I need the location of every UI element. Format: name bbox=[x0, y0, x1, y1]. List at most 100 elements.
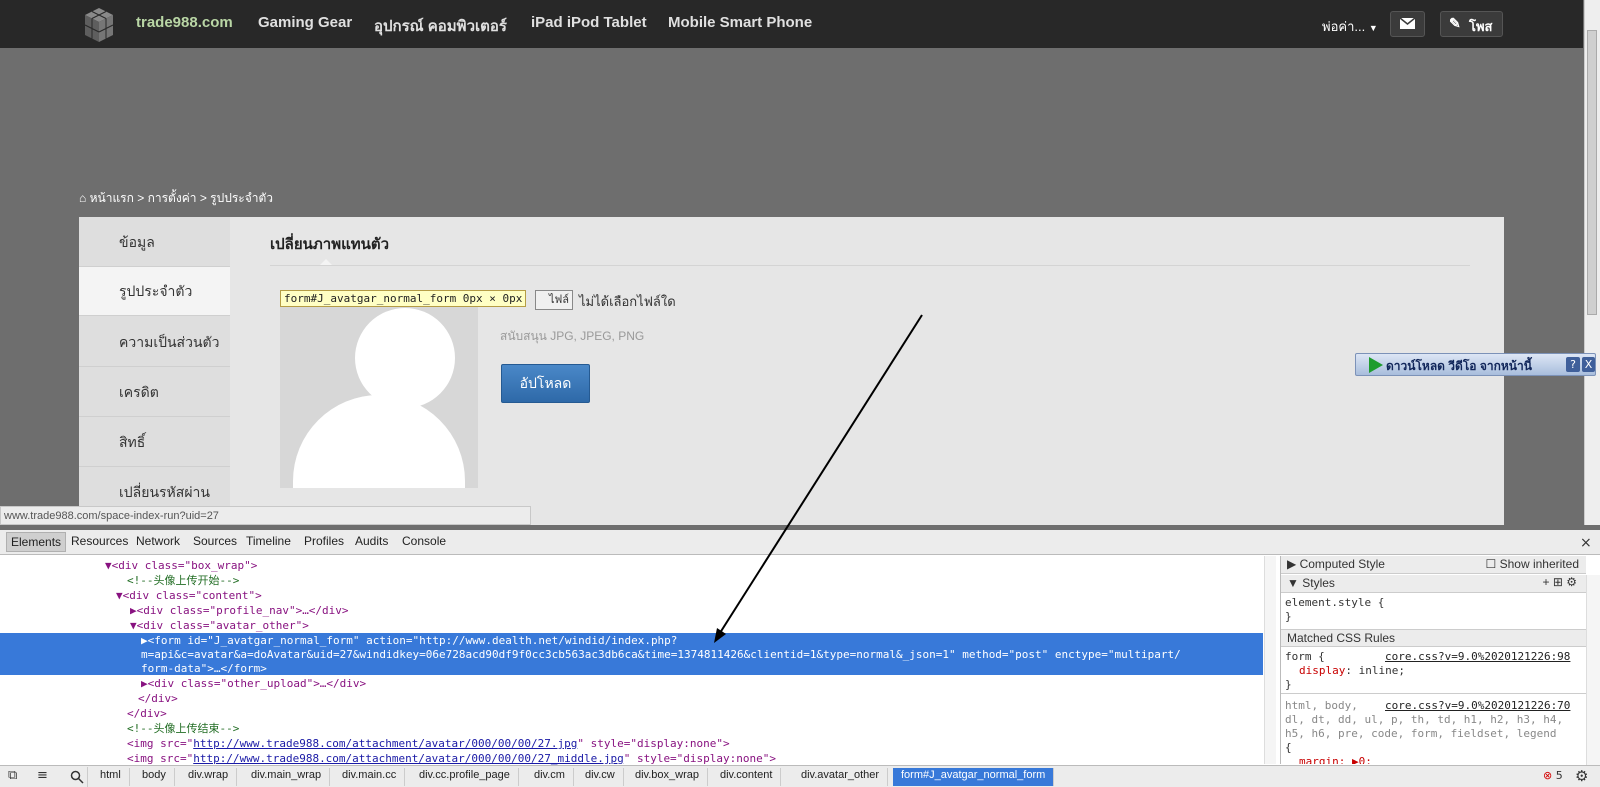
nav-ipad-tablet[interactable]: iPad iPod Tablet bbox=[531, 14, 647, 31]
site-name-link[interactable]: trade988.com bbox=[136, 14, 233, 31]
dom-line[interactable]: <div class="profile_nav">…</div> bbox=[137, 604, 349, 617]
rule-selector[interactable]: form { bbox=[1285, 650, 1325, 663]
rule-selector[interactable]: dl, dt, dd, ul, p, th, td, h1, h2, h3, h… bbox=[1285, 713, 1563, 726]
expand-arrow-icon[interactable]: ▼ bbox=[1287, 576, 1299, 590]
toggle-state-icon[interactable]: ⊞ bbox=[1553, 575, 1563, 589]
collapse-arrow-icon[interactable]: ▶ bbox=[141, 677, 148, 690]
messages-button[interactable] bbox=[1390, 11, 1425, 37]
dom-tree-scrollbar[interactable] bbox=[1264, 556, 1276, 764]
nav-computer-equipment[interactable]: อุปกรณ์ คอมพิวเตอร์ bbox=[374, 14, 507, 38]
dom-line[interactable]: <div class="content"> bbox=[123, 589, 262, 602]
collapse-arrow-icon[interactable]: ▶ bbox=[130, 604, 137, 617]
collapse-arrow-icon[interactable]: ▶ bbox=[141, 634, 148, 647]
sidebar-item-info[interactable]: ข้อมูล bbox=[79, 218, 230, 267]
crumb-div-content[interactable]: div.content bbox=[712, 768, 782, 786]
dom-line[interactable]: form-data">…</form> bbox=[141, 661, 267, 676]
dom-tree[interactable]: ▼<div class="box_wrap"> <!--头像上传开始--> ▼<… bbox=[0, 556, 1263, 765]
dom-line[interactable]: </div> bbox=[127, 706, 167, 721]
gear-icon[interactable]: ⚙ bbox=[1575, 767, 1588, 785]
dom-line[interactable]: <img src=" bbox=[127, 737, 193, 750]
nav-gaming-gear[interactable]: Gaming Gear bbox=[258, 14, 352, 31]
rule-selector[interactable]: h5, h6, pre, code, form, fieldset, legen… bbox=[1285, 727, 1557, 740]
rule-source-link[interactable]: core.css?v=9.0%2020121226:70 bbox=[1385, 699, 1570, 712]
sidebar-item-avatar[interactable]: รูปประจำตัว bbox=[79, 267, 230, 316]
avatar-head-shape bbox=[355, 308, 455, 408]
expand-arrow-icon[interactable]: ▼ bbox=[116, 589, 123, 602]
help-button[interactable]: ? bbox=[1566, 357, 1580, 372]
dom-comment[interactable]: <!--头像上传开始--> bbox=[127, 573, 239, 588]
devtools-close-button[interactable]: × bbox=[1580, 535, 1592, 551]
console-drawer-icon[interactable]: ≡ bbox=[37, 768, 48, 783]
upload-button[interactable]: อัปโหลด bbox=[501, 364, 590, 403]
breadcrumb-separator-icon: > bbox=[137, 191, 145, 205]
video-download-bar[interactable]: ดาวน์โหลด วีดีโอ จากหน้านี้ ? X bbox=[1355, 353, 1596, 376]
dom-link[interactable]: http://www.trade988.com/attachment/avata… bbox=[193, 752, 623, 765]
dom-line[interactable]: <div class="avatar_other"> bbox=[137, 619, 309, 632]
breadcrumb-current: รูปประจำตัว bbox=[210, 191, 274, 205]
magnifier-icon bbox=[70, 770, 84, 784]
dom-line[interactable]: <div class="box_wrap"> bbox=[112, 559, 258, 572]
choose-file-button[interactable]: ไฟล์ bbox=[535, 290, 573, 310]
crumb-div-cm[interactable]: div.cm bbox=[526, 768, 574, 786]
breadcrumb-home[interactable]: หน้าแรก bbox=[90, 191, 134, 205]
styles-header[interactable]: ▼ Styles + ⊞ ⚙ bbox=[1281, 575, 1586, 593]
error-count: 5 bbox=[1555, 769, 1563, 782]
crumb-html[interactable]: html bbox=[92, 768, 130, 786]
rule-property[interactable]: display bbox=[1299, 664, 1345, 677]
rule-property[interactable]: margin: ▶0; bbox=[1299, 755, 1372, 764]
add-rule-icon[interactable]: + bbox=[1542, 575, 1549, 589]
dom-line[interactable]: " style="display:none"> bbox=[624, 752, 776, 765]
dom-line[interactable]: <img src=" bbox=[127, 752, 193, 765]
crumb-div-main-cc[interactable]: div.main.cc bbox=[334, 768, 406, 786]
post-button[interactable]: ✎ โพส bbox=[1440, 11, 1503, 37]
dom-link[interactable]: http://www.trade988.com/attachment/avata… bbox=[193, 737, 577, 750]
crumb-form[interactable]: form#J_avatgar_normal_form bbox=[893, 768, 1055, 786]
crumb-div-wrap[interactable]: div.wrap bbox=[180, 768, 238, 786]
tab-audits[interactable]: Audits bbox=[355, 534, 388, 548]
home-icon[interactable]: ⌂ bbox=[79, 191, 86, 205]
sidebar-item-privacy[interactable]: ความเป็นส่วนตัว bbox=[79, 318, 230, 367]
tab-sources[interactable]: Sources bbox=[193, 534, 237, 548]
rule-source-link[interactable]: core.css?v=9.0%2020121226:98 bbox=[1385, 650, 1570, 663]
dom-line[interactable]: <form id="J_avatgar_normal_form" action=… bbox=[148, 634, 678, 647]
tab-elements[interactable]: Elements bbox=[6, 532, 67, 552]
crumb-div-avatar-other[interactable]: div.avatar_other bbox=[793, 768, 889, 786]
crumb-div-main-wrap[interactable]: div.main_wrap bbox=[243, 768, 331, 786]
rule-value[interactable]: inline; bbox=[1359, 664, 1405, 677]
rule-selector[interactable]: html, body, bbox=[1285, 699, 1358, 712]
breadcrumb-settings[interactable]: การตั้งค่า bbox=[148, 191, 197, 205]
computed-style-header[interactable]: ▶ Computed Style ☐ Show inherited bbox=[1281, 556, 1586, 574]
page-scrollbar-thumb[interactable] bbox=[1587, 30, 1597, 315]
expand-arrow-icon[interactable]: ▼ bbox=[105, 559, 112, 572]
sidebar-item-credit[interactable]: เครดิต bbox=[79, 368, 230, 417]
tab-network[interactable]: Network bbox=[136, 534, 180, 548]
user-menu[interactable]: พ่อค่า... ▼ bbox=[1322, 16, 1378, 37]
dom-line[interactable]: " style="display:none"> bbox=[577, 737, 729, 750]
nav-mobile-phone[interactable]: Mobile Smart Phone bbox=[668, 14, 812, 31]
crumb-div-cw[interactable]: div.cw bbox=[577, 768, 624, 786]
dock-icon[interactable]: ⧉ bbox=[8, 768, 17, 783]
site-logo-icon[interactable] bbox=[80, 6, 118, 44]
dom-line[interactable]: <div class="other_upload">…</div> bbox=[148, 677, 367, 690]
inspect-button[interactable] bbox=[66, 767, 88, 787]
gear-icon[interactable]: ⚙ bbox=[1566, 575, 1577, 589]
crumb-body[interactable]: body bbox=[134, 768, 175, 786]
expand-arrow-icon[interactable]: ▼ bbox=[130, 619, 137, 632]
crumb-div-box-wrap[interactable]: div.box_wrap bbox=[627, 768, 708, 786]
crumb-div-profile-page[interactable]: div.cc.profile_page bbox=[411, 768, 519, 786]
show-inherited-checkbox[interactable]: ☐ Show inherited bbox=[1486, 557, 1579, 571]
element-style-rule[interactable]: element.style { bbox=[1285, 596, 1384, 609]
close-button[interactable]: X bbox=[1582, 357, 1595, 372]
dom-comment[interactable]: <!--头像上传结束--> bbox=[127, 721, 239, 736]
error-counter[interactable]: ⊗ 5 bbox=[1543, 769, 1563, 782]
dom-line[interactable]: m=api&c=avatar&a=doAvatar&uid=27&windidk… bbox=[141, 647, 1181, 662]
tab-profiles[interactable]: Profiles bbox=[304, 534, 344, 548]
sidebar-item-rights[interactable]: สิทธิ์ bbox=[79, 418, 230, 467]
tab-resources[interactable]: Resources bbox=[71, 534, 128, 548]
collapse-arrow-icon[interactable]: ▶ bbox=[1287, 557, 1296, 571]
tab-console[interactable]: Console bbox=[402, 534, 446, 548]
styles-scrollbar[interactable] bbox=[1586, 575, 1600, 765]
dom-line[interactable]: </div> bbox=[138, 691, 178, 706]
tab-timeline[interactable]: Timeline bbox=[246, 534, 291, 548]
page-title: เปลี่ยนภาพแทนตัว bbox=[270, 236, 390, 253]
